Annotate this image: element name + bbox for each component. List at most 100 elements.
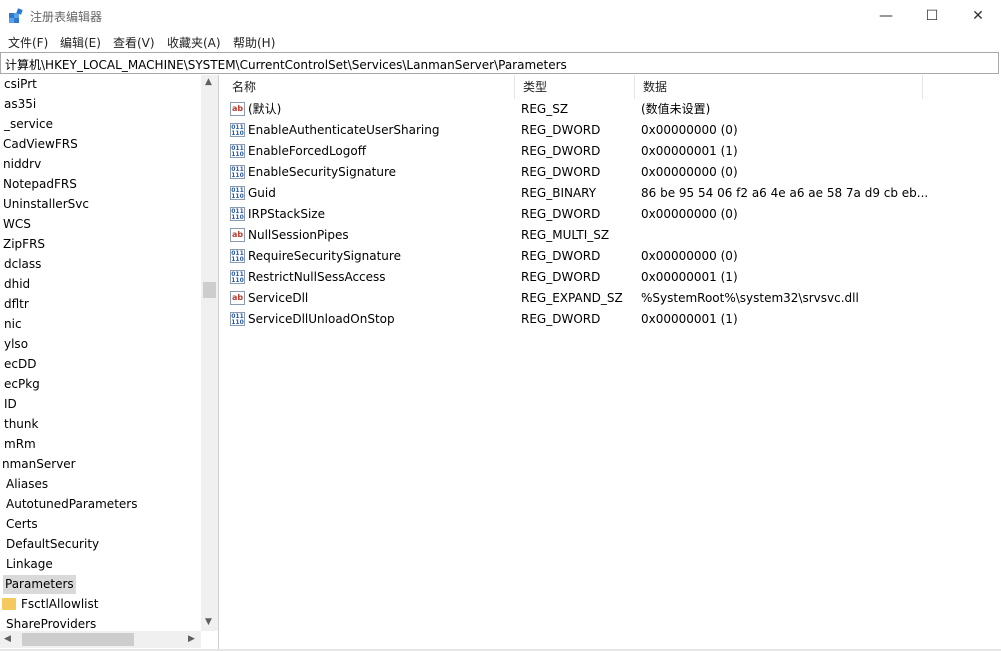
scroll-down-arrow-icon[interactable]: ▼ <box>205 617 212 627</box>
address-bar[interactable]: 计算机\HKEY_LOCAL_MACHINE\SYSTEM\CurrentCon… <box>0 52 999 74</box>
horizontal-scroll-thumb[interactable] <box>22 633 134 646</box>
value-name: EnableAuthenticateUserSharing <box>248 123 440 137</box>
tree-item[interactable]: Certs <box>6 515 38 534</box>
menu-bar: 文件(F) 编辑(E) 查看(V) 收藏夹(A) 帮助(H) <box>0 32 1001 52</box>
value-name: IRPStackSize <box>248 207 325 221</box>
tree-horizontal-scrollbar[interactable]: ◀ ▶ <box>0 631 201 648</box>
value-data: 86 be 95 54 06 f2 a6 4e a6 ae 58 7a d9 c… <box>641 186 929 200</box>
menu-edit[interactable]: 编辑(E) <box>60 34 101 51</box>
string-value-icon: ab <box>230 291 245 305</box>
binary-value-icon: 011 110 <box>230 165 245 179</box>
tree-vertical-scrollbar[interactable]: ▲ ▼ <box>201 75 218 631</box>
binary-value-icon: 011 110 <box>230 312 245 326</box>
maximize-button[interactable]: ☐ <box>909 0 955 32</box>
value-data: %SystemRoot%\system32\srvsvc.dll <box>641 291 859 305</box>
menu-favorites[interactable]: 收藏夹(A) <box>167 34 221 51</box>
column-header-name[interactable]: 名称 <box>224 75 515 99</box>
tree-item[interactable]: dhid <box>4 275 30 294</box>
value-row[interactable]: 011 110 RestrictNullSessAccess REG_DWORD 0x0… <box>224 267 1001 288</box>
tree-item[interactable]: niddrv <box>3 155 41 174</box>
menu-help[interactable]: 帮助(H) <box>233 34 275 51</box>
value-row[interactable]: ab (默认) REG_SZ (数值未设置) <box>224 99 1001 120</box>
scroll-left-arrow-icon[interactable]: ◀ <box>4 634 11 644</box>
value-row[interactable]: 011 110 IRPStackSize REG_DWORD 0x00000000 (0… <box>224 204 1001 225</box>
value-row[interactable]: 011 110 ServiceDllUnloadOnStop REG_DWORD 0x0… <box>224 309 1001 330</box>
tree-item-lanmanserver[interactable]: nmanServer <box>2 455 76 474</box>
tree-item[interactable]: UninstallerSvc <box>3 195 89 214</box>
value-type: REG_MULTI_SZ <box>521 228 610 242</box>
tree-item[interactable]: csiPrt <box>4 75 37 94</box>
value-name: EnableSecuritySignature <box>248 165 397 179</box>
key-tree-pane[interactable]: csiPrt as35i _service CadViewFRS niddrv … <box>0 75 219 649</box>
value-name: (默认) <box>248 102 282 116</box>
tree-item[interactable]: ylso <box>4 335 28 354</box>
tree-item[interactable]: CadViewFRS <box>3 135 78 154</box>
column-header-type[interactable]: 类型 <box>515 75 635 99</box>
tree-item[interactable]: Aliases <box>6 475 48 494</box>
tree-item[interactable]: ecDD <box>4 355 36 374</box>
tree-item[interactable]: _service <box>4 115 53 134</box>
tree-item[interactable]: WCS <box>3 215 31 234</box>
value-type: REG_DWORD <box>521 207 601 221</box>
tree-item[interactable]: dclass <box>4 255 41 274</box>
value-name: Guid <box>248 186 276 200</box>
menu-file[interactable]: 文件(F) <box>8 34 48 51</box>
string-value-icon: ab <box>230 228 245 242</box>
value-data: 0x00000000 (0) <box>641 249 738 263</box>
minimize-button[interactable]: — <box>863 0 909 32</box>
value-row[interactable]: 011 110 RequireSecuritySignature REG_DWORD 0… <box>224 246 1001 267</box>
value-name: NullSessionPipes <box>248 228 349 242</box>
value-data: 0x00000001 (1) <box>641 312 738 326</box>
tree-item[interactable]: ecPkg <box>4 375 40 394</box>
tree-item-fsctlallowlist[interactable]: FsctlAllowlist <box>0 595 200 614</box>
close-button[interactable]: ✕ <box>955 0 1001 32</box>
value-type: REG_SZ <box>521 102 569 116</box>
tree-item[interactable]: as35i <box>4 95 36 114</box>
value-data: 0x00000001 (1) <box>641 270 738 284</box>
menu-view[interactable]: 查看(V) <box>113 34 155 51</box>
value-data: 0x00000001 (1) <box>641 144 738 158</box>
tree-item[interactable]: DefaultSecurity <box>6 535 99 554</box>
tree-item[interactable]: ID <box>4 395 17 414</box>
tree-item[interactable]: thunk <box>4 415 38 434</box>
value-type: REG_DWORD <box>521 165 601 179</box>
value-data: 0x00000000 (0) <box>641 165 738 179</box>
window-title: 注册表编辑器 <box>30 10 103 24</box>
binary-value-icon: 011 110 <box>230 144 245 158</box>
value-row[interactable]: 011 110 Guid REG_BINARY 86 be 95 54 06 f2 a6… <box>224 183 1001 204</box>
tree-item[interactable]: mRm <box>4 435 36 454</box>
tree-item-parameters-selected[interactable]: Parameters <box>3 575 76 594</box>
scroll-right-arrow-icon[interactable]: ▶ <box>188 634 195 644</box>
value-name: RestrictNullSessAccess <box>248 270 386 284</box>
value-type: REG_DWORD <box>521 270 601 284</box>
vertical-scroll-thumb[interactable] <box>203 282 216 298</box>
value-data: 0x00000000 (0) <box>641 207 738 221</box>
tree-item[interactable]: ZipFRS <box>3 235 45 254</box>
value-name: ServiceDllUnloadOnStop <box>248 312 395 326</box>
column-header-data[interactable]: 数据 <box>635 75 923 99</box>
value-name: ServiceDll <box>248 291 309 305</box>
value-type: REG_DWORD <box>521 144 601 158</box>
value-row[interactable]: 011 110 EnableAuthenticateUserSharing REG_D… <box>224 120 1001 141</box>
binary-value-icon: 011 110 <box>230 249 245 263</box>
scroll-up-arrow-icon[interactable]: ▲ <box>205 77 212 87</box>
value-row[interactable]: ab ServiceDll REG_EXPAND_SZ %SystemRoot%\sy… <box>224 288 1001 309</box>
value-row[interactable]: ab NullSessionPipes REG_MULTI_SZ <box>224 225 1001 246</box>
value-row[interactable]: 011 110 EnableForcedLogoff REG_DWORD 0x00000… <box>224 141 1001 162</box>
tree-item[interactable]: dfltr <box>4 295 29 314</box>
tree-item[interactable]: AutotunedParameters <box>6 495 137 514</box>
value-type: REG_DWORD <box>521 312 601 326</box>
value-type: REG_DWORD <box>521 249 601 263</box>
tree-item-label: FsctlAllowlist <box>21 597 99 611</box>
value-type: REG_DWORD <box>521 123 601 137</box>
values-list-pane[interactable]: 名称 类型 数据 ab (默认) REG_SZ (数值未设置) 011 110 Enable… <box>224 75 1001 649</box>
tree-item[interactable]: NotepadFRS <box>3 175 77 194</box>
tree-item[interactable]: nic <box>4 315 22 334</box>
binary-value-icon: 011 110 <box>230 186 245 200</box>
value-row[interactable]: 011 110 EnableSecuritySignature REG_DWORD 0x… <box>224 162 1001 183</box>
tree-item[interactable]: Linkage <box>6 555 53 574</box>
value-name: EnableForcedLogoff <box>248 144 367 158</box>
value-data: 0x00000000 (0) <box>641 123 738 137</box>
address-path[interactable]: 计算机\HKEY_LOCAL_MACHINE\SYSTEM\CurrentCon… <box>5 56 567 73</box>
binary-value-icon: 011 110 <box>230 207 245 221</box>
